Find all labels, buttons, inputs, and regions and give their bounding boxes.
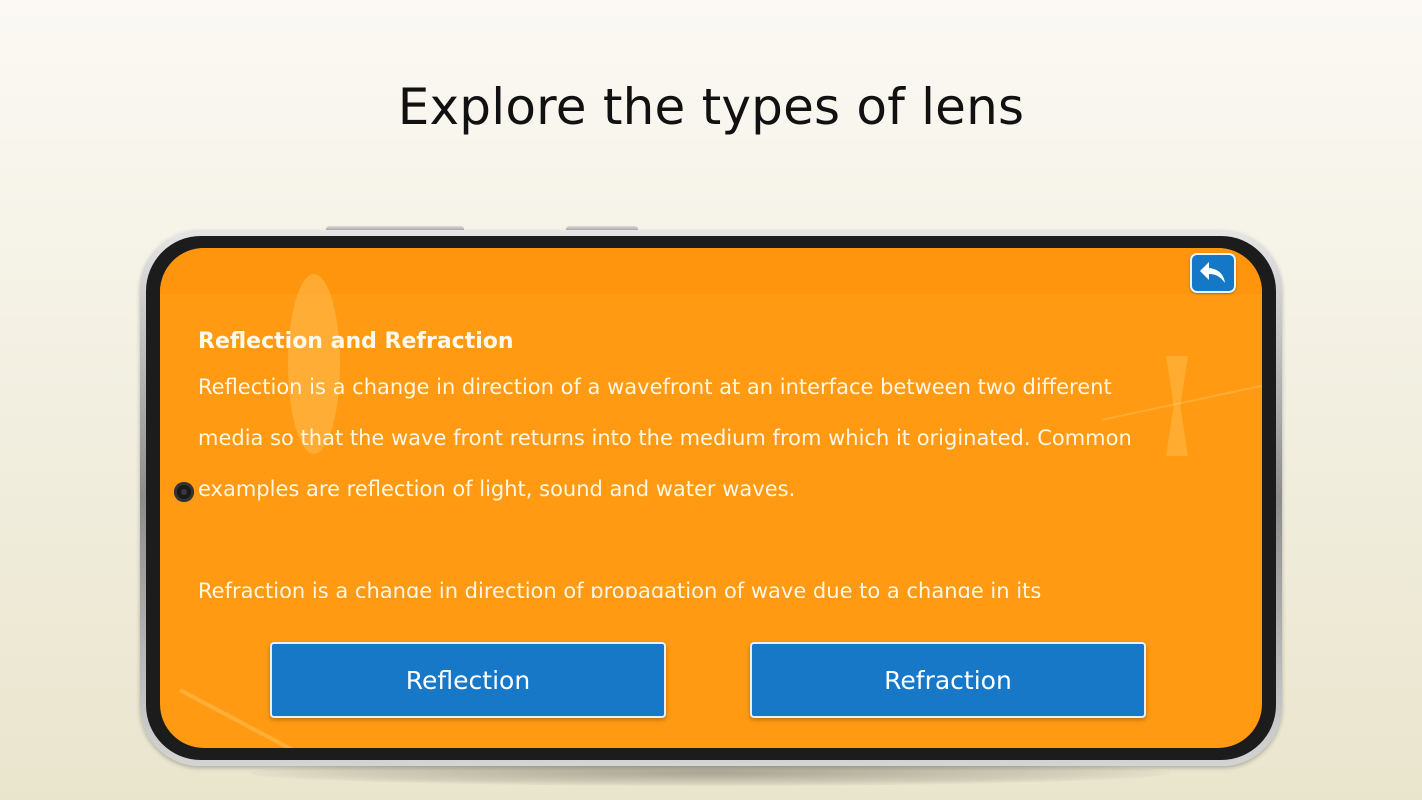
content-scroll-area[interactable]: Reflection and Refraction Reflection is … xyxy=(198,322,1158,598)
content-paragraph: Reflection is a change in direction of a… xyxy=(198,375,1132,501)
content-title: Reflection and Refraction xyxy=(198,329,514,354)
back-button[interactable] xyxy=(1190,253,1236,293)
phone-frame: Reflection and Refraction Reflection is … xyxy=(140,230,1282,766)
refraction-button[interactable]: Refraction xyxy=(750,642,1146,718)
camera-lens xyxy=(181,489,187,495)
reflection-button[interactable]: Reflection xyxy=(270,642,666,718)
page-headline: Explore the types of lens xyxy=(397,78,1025,136)
back-arrow-icon xyxy=(1200,262,1225,283)
front-camera xyxy=(174,482,194,502)
phone-bezel: Reflection and Refraction Reflection is … xyxy=(146,236,1276,760)
content-paragraph: Refraction is a change in direction of p… xyxy=(198,579,1042,598)
app-screen: Reflection and Refraction Reflection is … xyxy=(160,248,1262,748)
